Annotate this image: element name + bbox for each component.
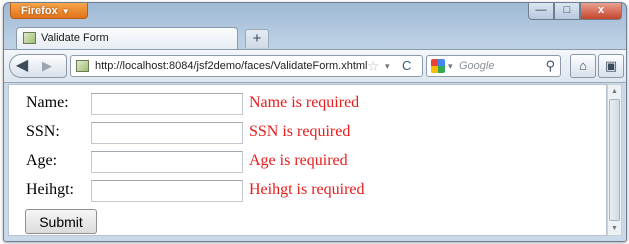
name-label: Name: bbox=[26, 94, 69, 111]
name-error-message: Name is required bbox=[249, 94, 360, 111]
back-forward-group: ◀ ▶ bbox=[9, 54, 67, 78]
tab-validate-form[interactable]: Validate Form bbox=[16, 27, 238, 49]
firefox-menu-button[interactable]: Firefox ▼ bbox=[10, 3, 88, 19]
navigation-toolbar: ◀ ▶ http://localhost:8084/jsf2demo/faces… bbox=[4, 49, 626, 83]
close-button[interactable]: x bbox=[580, 3, 622, 20]
forward-arrow-icon[interactable]: ▶ bbox=[38, 57, 56, 75]
window-controls: — □ x bbox=[528, 3, 622, 20]
age-field[interactable] bbox=[91, 151, 243, 173]
age-error-message: Age is required bbox=[249, 152, 348, 169]
bookmarks-button[interactable]: ▣ bbox=[598, 54, 624, 78]
age-label: Age: bbox=[26, 152, 58, 169]
url-text[interactable]: http://localhost:8084/jsf2demo/faces/Val… bbox=[95, 56, 368, 76]
firefox-menu-label: Firefox bbox=[21, 5, 58, 17]
address-bar[interactable]: http://localhost:8084/jsf2demo/faces/Val… bbox=[70, 55, 423, 77]
height-label: Heihgt: bbox=[26, 181, 74, 198]
menu-arrow-icon: ▼ bbox=[61, 7, 70, 16]
minimize-button[interactable]: — bbox=[528, 3, 554, 20]
bookmarks-icon: ▣ bbox=[604, 58, 618, 73]
height-field[interactable] bbox=[91, 180, 243, 202]
height-error-message: Heihgt is required bbox=[249, 181, 365, 198]
google-engine-icon[interactable] bbox=[431, 59, 445, 73]
ssn-field[interactable] bbox=[91, 122, 243, 144]
scroll-down-icon[interactable]: ▼ bbox=[608, 222, 621, 235]
scrollbar-thumb[interactable] bbox=[609, 99, 620, 221]
search-icon[interactable]: ⚲ bbox=[545, 56, 555, 76]
search-bar[interactable]: ▾ Google ⚲ bbox=[426, 55, 561, 77]
tab-title: Validate Form bbox=[41, 32, 109, 44]
reload-icon[interactable]: C bbox=[402, 56, 411, 76]
back-arrow-icon[interactable]: ◀ bbox=[11, 55, 33, 77]
site-identity-icon[interactable] bbox=[76, 60, 89, 72]
browser-window: Firefox ▼ — □ x Validate Form + ◀ ▶ http:… bbox=[3, 2, 627, 242]
tab-bar: Validate Form + bbox=[4, 27, 626, 49]
ssn-error-message: SSN is required bbox=[249, 123, 351, 140]
vertical-scrollbar[interactable]: ▲ ▼ bbox=[607, 84, 622, 236]
home-button[interactable]: ⌂ bbox=[570, 54, 596, 78]
new-tab-button[interactable]: + bbox=[245, 29, 269, 48]
page-content: Name: Name is required SSN: SSN is requi… bbox=[8, 84, 607, 236]
page-favicon-icon bbox=[23, 32, 36, 44]
ssn-label: SSN: bbox=[26, 123, 60, 140]
search-placeholder[interactable]: Google bbox=[459, 56, 494, 76]
search-engine-dropdown-icon[interactable]: ▾ bbox=[448, 56, 453, 76]
scroll-up-icon[interactable]: ▲ bbox=[608, 85, 621, 98]
history-dropdown-icon[interactable]: ▾ bbox=[385, 56, 390, 76]
bookmark-star-icon[interactable]: ☆ bbox=[367, 56, 380, 76]
maximize-button[interactable]: □ bbox=[554, 3, 580, 20]
submit-button[interactable]: Submit bbox=[25, 209, 97, 234]
name-field[interactable] bbox=[91, 93, 243, 115]
home-icon: ⌂ bbox=[579, 58, 587, 73]
